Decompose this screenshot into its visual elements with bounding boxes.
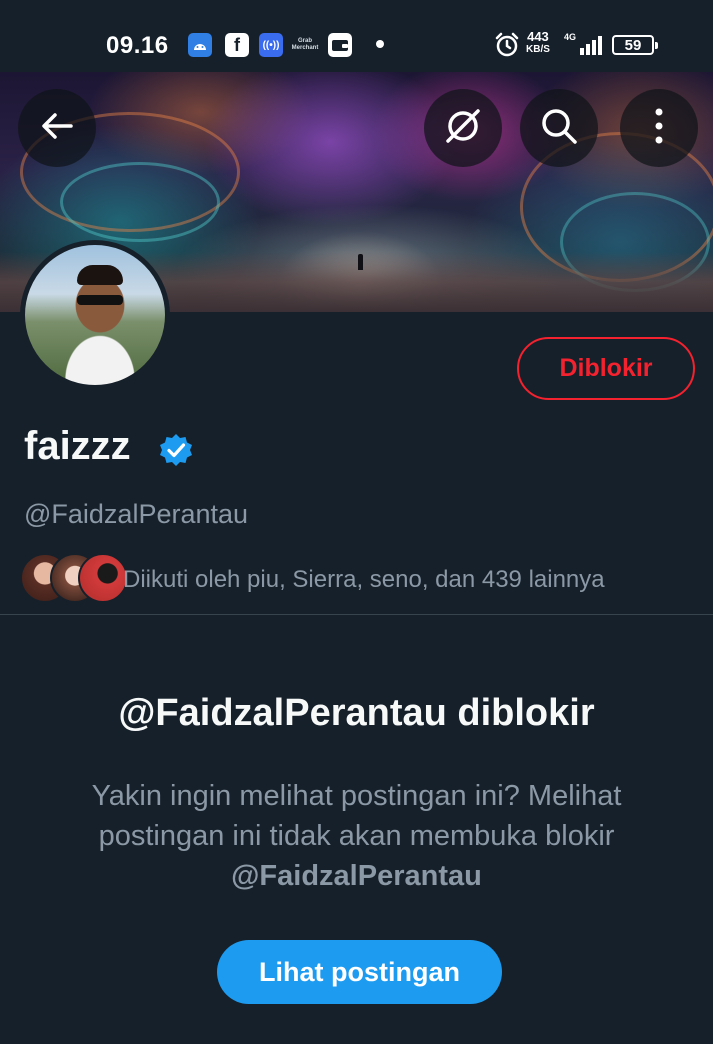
back-button[interactable] — [18, 89, 96, 167]
grok-button[interactable] — [424, 89, 502, 167]
status-bar: 09.16 f ((•)) Grab Merchant 443 KB/S 4G … — [0, 0, 713, 72]
follower-avatar — [78, 553, 128, 603]
blocked-notice-handle: @FaidzalPerantau — [231, 860, 482, 892]
blocked-button[interactable]: Diblokir — [517, 337, 695, 400]
grab-merchant-notification-icon: Grab Merchant — [291, 38, 319, 51]
wallet-notification-icon — [328, 33, 352, 57]
blocked-notice-description: Yakin ingin melihat postingan ini? Melih… — [40, 776, 673, 896]
network-speed-value: 443 — [527, 29, 549, 44]
more-notifications-dot-icon — [376, 40, 384, 48]
avatar-hair — [77, 265, 123, 285]
blocked-notice-text: Yakin ingin melihat postingan ini? Melih… — [91, 780, 622, 852]
display-name: faizzz — [24, 424, 131, 468]
section-divider — [0, 614, 713, 615]
view-posts-button[interactable]: Lihat postingan — [217, 940, 502, 1004]
profile-handle: @FaidzalPerantau — [24, 499, 249, 529]
battery-indicator: 59 — [612, 35, 658, 55]
broadcast-notification-icon: ((•)) — [259, 33, 283, 57]
facebook-notification-icon: f — [225, 33, 249, 57]
blocked-notice-title: @FaidzalPerantau diblokir — [118, 692, 595, 734]
banner-figure — [358, 254, 363, 270]
status-time: 09.16 — [106, 32, 169, 59]
more-vertical-icon — [653, 107, 665, 150]
arrow-left-icon — [37, 106, 77, 151]
avatar-sunglasses — [77, 295, 123, 305]
profile-avatar[interactable] — [20, 240, 170, 390]
alarm-icon — [494, 32, 520, 63]
network-speed-unit: KB/S — [526, 44, 550, 55]
more-options-button[interactable] — [620, 89, 698, 167]
followed-by-row[interactable]: Diikuti oleh piu, Sierra, seno, dan 439 … — [20, 553, 710, 605]
grok-icon — [442, 105, 484, 152]
verified-badge-icon — [158, 432, 194, 468]
search-button[interactable] — [520, 89, 598, 167]
network-speed: 443 KB/S — [526, 30, 550, 56]
banner-swirl — [60, 162, 220, 242]
android-notification-icon — [188, 33, 212, 57]
signal-strength-icon — [578, 34, 604, 56]
followed-by-text: Diikuti oleh piu, Sierra, seno, dan 439 … — [123, 566, 605, 593]
search-icon — [539, 106, 579, 151]
network-type: 4G — [564, 32, 577, 42]
